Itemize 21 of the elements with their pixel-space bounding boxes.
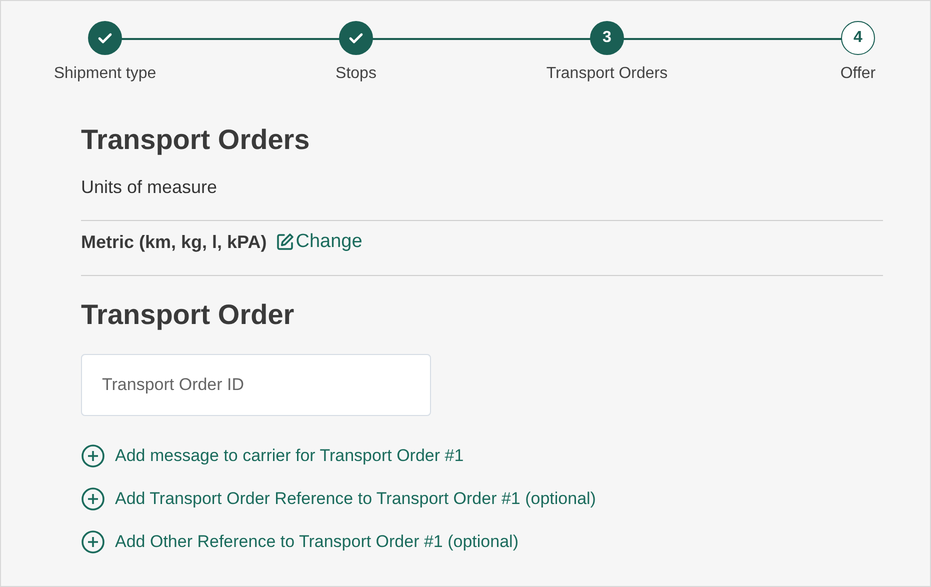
step-label: Transport Orders — [546, 65, 668, 83]
add-link[interactable]: Add Other Reference to Transport Order #1 (optional) — [81, 530, 883, 554]
step-indicator[interactable]: 4 — [841, 21, 875, 55]
section-title: Transport Order — [81, 298, 296, 332]
step-label: Shipment type — [54, 65, 156, 83]
step-indicator[interactable]: 3 — [590, 21, 624, 55]
plus-circle-icon — [81, 487, 105, 511]
units-label: Units of measure — [81, 177, 218, 198]
step-label: Stops — [336, 65, 376, 83]
plus-circle-icon — [81, 444, 105, 468]
step-indicator[interactable] — [339, 21, 373, 55]
edit-icon — [274, 232, 295, 252]
step-label: Offer — [840, 65, 876, 83]
plus-circle-icon — [81, 530, 105, 554]
add-link[interactable]: Add message to carrier for Transport Order #1 — [81, 444, 883, 468]
section-title: Transport Orders — [81, 123, 311, 157]
input-field[interactable]: Transport Order ID — [81, 354, 431, 416]
units-value: Metric (km, kg, l, kPA) — [81, 232, 267, 252]
step-indicator[interactable] — [88, 21, 122, 55]
change-link[interactable]: Change — [274, 231, 362, 253]
add-link[interactable]: Add Transport Order Reference to Transport Order #1 (optional) — [81, 487, 883, 511]
